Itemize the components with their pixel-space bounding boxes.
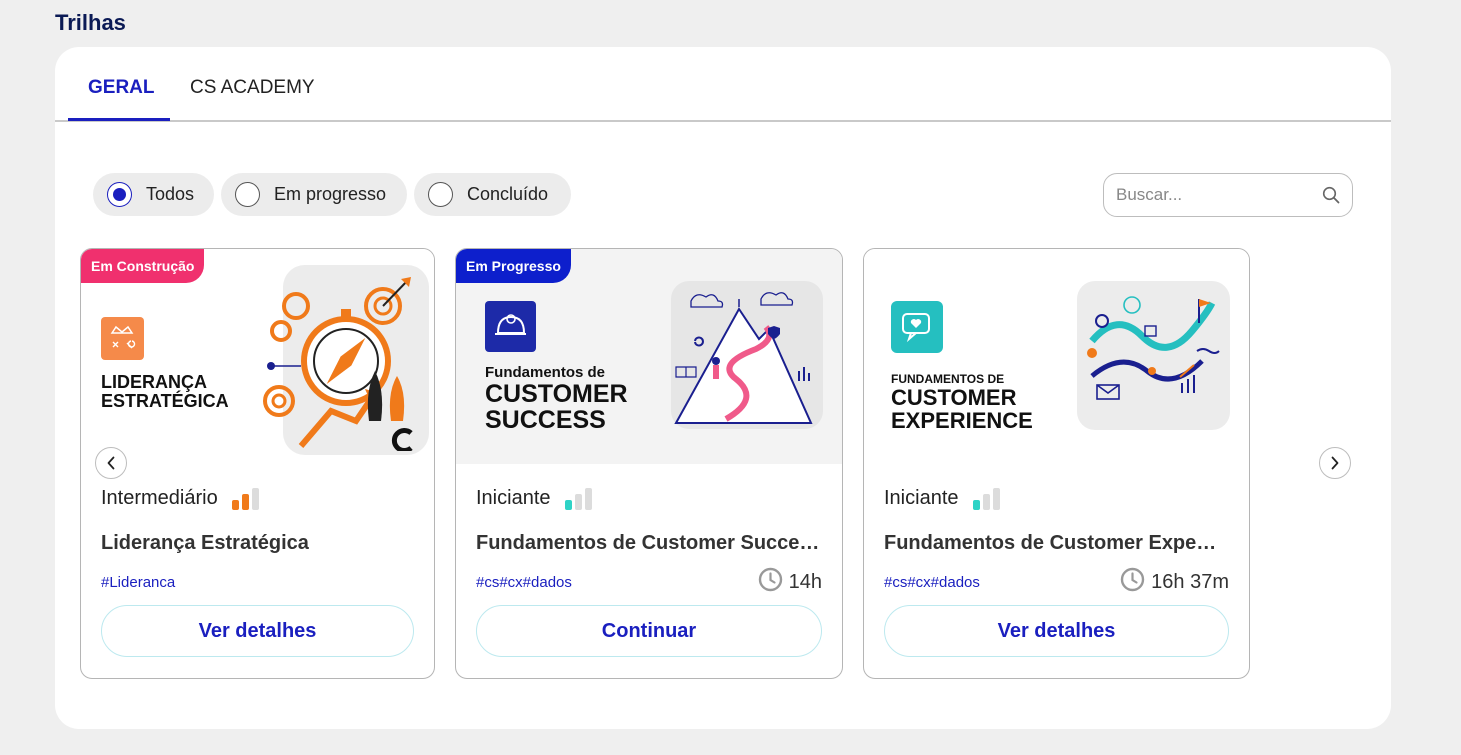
search-icon[interactable] [1322, 186, 1340, 209]
course-tags[interactable]: #Lideranca [101, 574, 175, 591]
radio-todos[interactable] [107, 182, 132, 207]
radio-em-progresso[interactable] [235, 182, 260, 207]
ver-detalhes-button[interactable]: Ver detalhes [101, 605, 414, 657]
level-indicator-icon [972, 487, 1000, 510]
filter-em-progresso[interactable]: Em progresso [221, 173, 407, 216]
badge-em-construcao: Em Construção [81, 249, 205, 283]
trilhas-panel: GERAL CS ACADEMY Todos Em progresso Conc… [55, 47, 1391, 729]
page-title: Trilhas [55, 10, 126, 35]
search-input[interactable] [1116, 182, 1306, 208]
duration-label: 14h [788, 571, 822, 593]
course-tags[interactable]: #cs#cx#dados [884, 574, 980, 591]
continuar-button[interactable]: Continuar [476, 605, 822, 657]
clock-icon [1120, 567, 1145, 598]
course-duration: 16h 37m [1120, 567, 1229, 598]
clock-icon [758, 567, 783, 598]
level-indicator-icon [564, 487, 592, 510]
level-label: Intermediário [101, 487, 218, 509]
filter-concluido[interactable]: Concluído [414, 173, 571, 216]
radio-concluido[interactable] [428, 182, 453, 207]
cover-title-line1: Fundamentos de [485, 364, 606, 381]
cover-title-line3: EXPERIENCE [891, 407, 1033, 433]
course-card-lideranca[interactable]: LIDERANÇA ESTRATÉGICA Em Construção Inte… [80, 248, 435, 679]
filter-todos[interactable]: Todos [93, 173, 214, 216]
course-tags[interactable]: #cs#cx#dados [476, 574, 572, 591]
filter-todos-label: Todos [146, 184, 195, 204]
carousel-next-button[interactable] [1319, 447, 1351, 479]
mountain-illustration [674, 292, 813, 424]
level-label: Iniciante [884, 487, 959, 509]
course-cover-image: FUNDAMENTOS DE CUSTOMER EXPERIENCE [864, 249, 1249, 464]
carousel-prev-button[interactable] [95, 447, 127, 479]
cover-title-line1: LIDERANÇA [101, 372, 207, 392]
filter-concluido-label: Concluído [467, 184, 549, 204]
filter-em-progresso-label: Em progresso [274, 184, 387, 204]
course-cover-image: Fundamentos de CUSTOMER SUCCESS Em Progr… [456, 249, 842, 464]
compass-target-illustration [263, 277, 413, 451]
cover-title-line3: SUCCESS [485, 406, 606, 434]
chat-heart-icon [891, 301, 943, 353]
course-card-customer-success[interactable]: Fundamentos de CUSTOMER SUCCESS Em Progr… [455, 248, 843, 679]
course-title: Fundamentos de Customer Experience [884, 532, 1224, 554]
active-tab-indicator [68, 118, 170, 121]
cover-title-line1: FUNDAMENTOS DE [891, 372, 1005, 386]
tab-cs-academy[interactable]: CS ACADEMY [190, 77, 315, 99]
tab-bar: GERAL CS ACADEMY [55, 47, 1391, 122]
cover-title-line2: CUSTOMER [485, 379, 628, 408]
ver-detalhes-button[interactable]: Ver detalhes [884, 605, 1229, 657]
course-duration: 14h [758, 567, 822, 598]
chevron-left-icon [107, 456, 115, 470]
cover-title-line2: CUSTOMER [891, 384, 1017, 410]
course-card-customer-experience[interactable]: FUNDAMENTOS DE CUSTOMER EXPERIENCE Inici… [863, 248, 1250, 679]
search-box [1103, 173, 1353, 217]
helmet-icon [485, 301, 536, 352]
chevron-right-icon [1331, 456, 1339, 470]
level-indicator-icon [231, 487, 259, 510]
tab-geral[interactable]: GERAL [88, 77, 155, 99]
course-title: Liderança Estratégica [101, 532, 309, 554]
badge-em-progresso: Em Progresso [456, 249, 571, 283]
crown-icon [101, 317, 144, 360]
level-label: Iniciante [476, 487, 551, 509]
course-title: Fundamentos de Customer Success [476, 532, 821, 554]
duration-label: 16h 37m [1151, 571, 1229, 593]
journey-illustration [1087, 296, 1220, 400]
course-cover-image: LIDERANÇA ESTRATÉGICA Em Construção [81, 249, 434, 464]
cover-title-line2: ESTRATÉGICA [101, 390, 229, 411]
